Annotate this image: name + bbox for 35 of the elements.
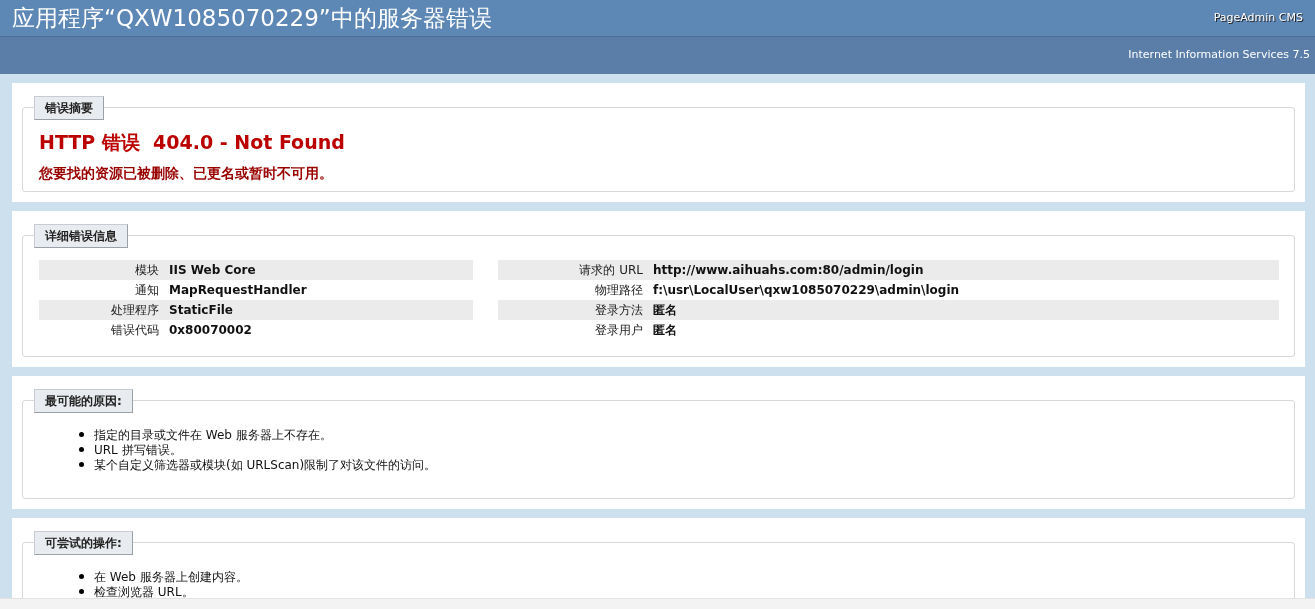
- bullet-text: 某个自定义筛选器或模块(如 URLScan)限制了对该文件的访问。: [94, 456, 437, 474]
- bullet-icon: [79, 462, 84, 467]
- bullet-icon: [79, 447, 84, 452]
- error-heading: HTTP 错误 404.0 - Not Found: [39, 130, 346, 155]
- detail-label: 处理程序: [110, 302, 160, 319]
- bullet-text: 指定的目录或文件在 Web 服务器上不存在。: [94, 426, 332, 444]
- bullet-text: 检查浏览器 URL。: [94, 583, 194, 601]
- detail-label: 通知: [134, 282, 160, 299]
- detail-label: 物理路径: [594, 282, 644, 299]
- detail-value: f:\usr\LocalUser\qxw1085070229\admin\login: [653, 282, 960, 299]
- server-name: Internet Information Services 7.5: [1128, 47, 1310, 64]
- detail-label: 请求的 URL: [578, 262, 644, 279]
- bullet-icon: [79, 589, 84, 594]
- section-legend: 最可能的原因:: [34, 389, 133, 413]
- bullet-text: URL 拼写错误。: [94, 441, 182, 459]
- detail-value: 匿名: [653, 322, 677, 339]
- detail-label: 登录方法: [594, 302, 644, 319]
- error-message: 您要找的资源已被删除、已更名或暂时不可用。: [39, 163, 334, 183]
- page-title: 应用程序“QXW1085070229”中的服务器错误: [12, 3, 492, 33]
- section-legend: 可尝试的操作:: [34, 531, 133, 555]
- section-legend: 错误摘要: [34, 96, 104, 120]
- brand-text: PageAdmin CMS: [1213, 9, 1303, 26]
- detail-value: StaticFile: [169, 302, 233, 319]
- detail-value: MapRequestHandler: [169, 282, 307, 299]
- detail-label: 模块: [134, 262, 160, 279]
- detail-value: 匿名: [653, 302, 677, 319]
- bullet-text: 在 Web 服务器上创建内容。: [94, 568, 248, 586]
- detail-label: 登录用户: [594, 322, 644, 339]
- detail-value: 0x80070002: [169, 322, 252, 339]
- detail-label: 错误代码: [110, 322, 160, 339]
- detail-value: http://www.aihuahs.com:80/admin/login: [653, 262, 924, 279]
- detail-value: IIS Web Core: [169, 262, 256, 279]
- bullet-icon: [79, 574, 84, 579]
- section-legend: 详细错误信息: [34, 224, 128, 248]
- bullet-icon: [79, 432, 84, 437]
